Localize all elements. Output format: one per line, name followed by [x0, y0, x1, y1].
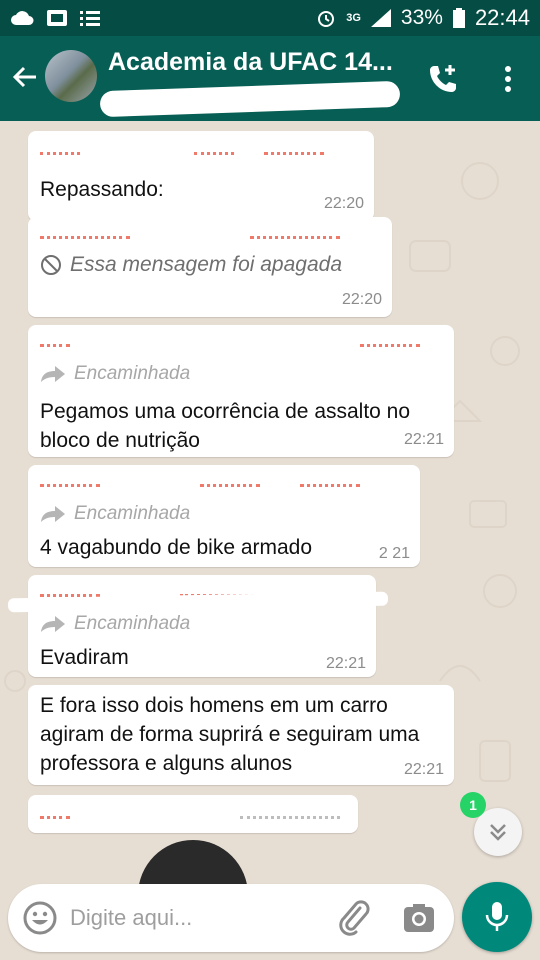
- redaction-mark: [99, 80, 401, 118]
- notification-icons: [10, 9, 100, 27]
- message-bubble[interactable]: Essa mensagem foi apagada 22:20: [28, 217, 392, 317]
- battery-percent: 33%: [400, 6, 443, 29]
- microphone-icon: [485, 902, 509, 931]
- sender-name: [40, 335, 420, 353]
- message-text: Pegamos uma ocorrência de assalto no blo…: [40, 400, 411, 452]
- message-composer: [8, 884, 454, 952]
- status-clock: 22:44: [474, 5, 530, 30]
- chat-area[interactable]: Repassando: 22:20 Essa mensagem foi apag…: [0, 121, 540, 960]
- camera-icon[interactable]: [402, 902, 436, 934]
- message-time: 2 21: [378, 545, 410, 562]
- unread-count-badge: 1: [460, 792, 486, 818]
- chat-title[interactable]: Academia da UFAC 14...: [108, 48, 393, 77]
- add-call-icon[interactable]: [426, 62, 460, 96]
- back-arrow-icon[interactable]: [10, 62, 40, 92]
- cloud-icon: [11, 11, 34, 25]
- forward-arrow-icon: [41, 616, 65, 632]
- forward-arrow-icon: [41, 506, 65, 522]
- paperclip-icon[interactable]: [338, 900, 372, 936]
- battery-icon: [452, 8, 465, 28]
- network-type: 3G: [346, 12, 361, 24]
- scroll-to-bottom-button[interactable]: [474, 808, 522, 856]
- alarm-icon: [318, 11, 335, 27]
- group-avatar[interactable]: [45, 50, 97, 102]
- emoji-icon[interactable]: [22, 900, 58, 936]
- status-bar: 3G 33% 22:44: [0, 0, 540, 36]
- message-time: 22:21: [325, 655, 366, 672]
- sim-card-icon: [47, 10, 67, 26]
- signal-icon: [370, 9, 391, 27]
- message-bubble[interactable]: Encaminhada 4 vagabundo de bike armado 2…: [28, 465, 420, 567]
- list-icon: [80, 11, 100, 26]
- message-text: 4 vagabundo de bike armado: [40, 536, 313, 559]
- forwarded-label: Encaminhada: [40, 613, 190, 635]
- message-bubble[interactable]: Encaminhada Pegamos uma ocorrência de as…: [28, 325, 454, 457]
- voice-record-button[interactable]: [462, 882, 532, 952]
- message-time: 22:20: [323, 195, 364, 212]
- message-text: Repassando:: [40, 178, 164, 201]
- deleted-message: Essa mensagem foi apagada: [40, 253, 342, 277]
- message-bubble[interactable]: [28, 795, 358, 833]
- message-text: Evadiram: [40, 646, 129, 669]
- message-bubble[interactable]: Repassando: 22:20: [28, 131, 374, 221]
- sender-name: [40, 143, 325, 161]
- message-bubble[interactable]: Encaminhada Evadiram 22:21: [28, 575, 376, 677]
- message-bubble[interactable]: E fora isso dois homens em um carro agir…: [28, 685, 454, 785]
- sender-name: [40, 475, 360, 493]
- chat-header: Academia da UFAC 14...: [0, 36, 540, 121]
- prohibited-icon: [41, 255, 61, 275]
- message-time: 22:21: [403, 431, 444, 448]
- message-time: 22:20: [341, 291, 382, 308]
- sender-name: [40, 807, 340, 825]
- message-text: E fora isso dois homens em um carro agir…: [40, 694, 420, 775]
- forward-arrow-icon: [41, 366, 65, 382]
- double-chevron-down-icon: [490, 824, 506, 841]
- deleted-message-text: Essa mensagem foi apagada: [70, 253, 343, 276]
- message-time: 22:21: [403, 761, 444, 778]
- forwarded-label: Encaminhada: [40, 503, 190, 525]
- more-options-icon[interactable]: [498, 62, 518, 96]
- message-input[interactable]: [70, 902, 320, 934]
- forwarded-label: Encaminhada: [40, 363, 190, 385]
- sender-name: [40, 227, 340, 245]
